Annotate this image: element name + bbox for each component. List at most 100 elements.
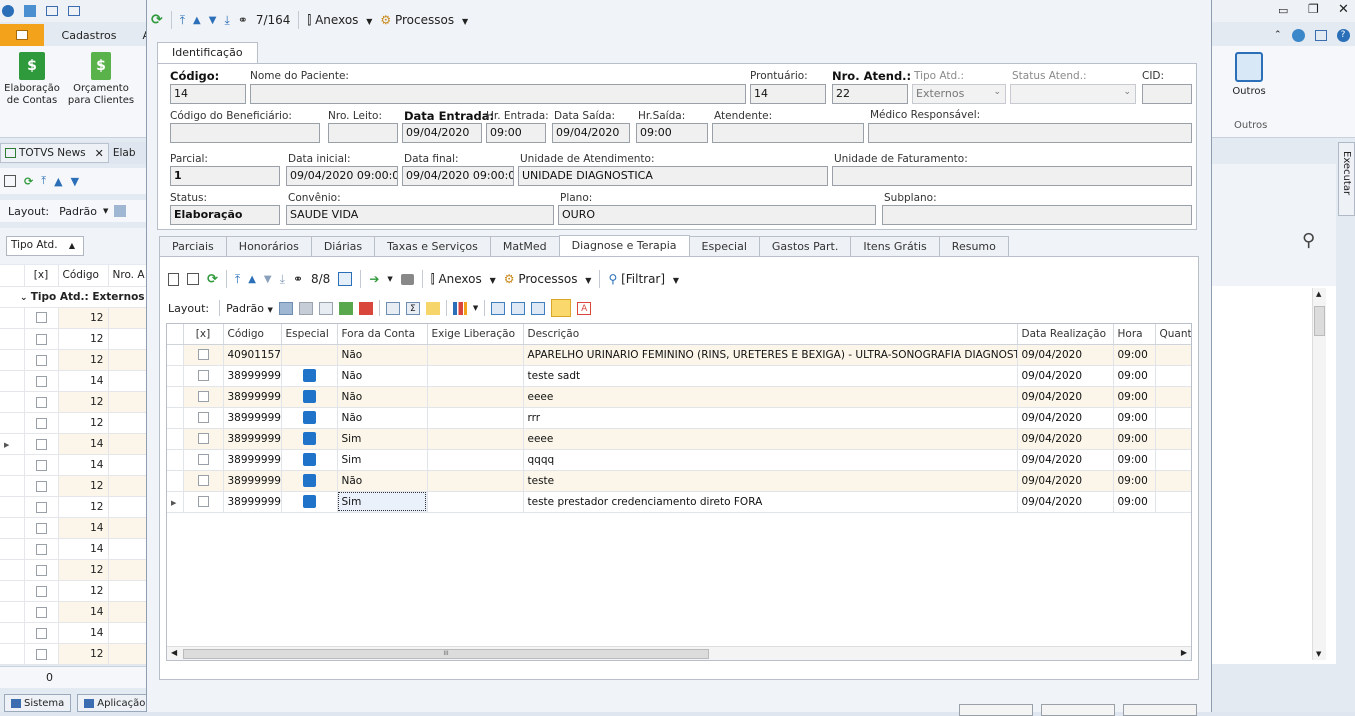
view-grid-icon[interactable] — [491, 301, 506, 315]
value-cell[interactable]: 12 — [58, 643, 109, 665]
table-row[interactable]: 38999999 Não teste 09/04/2020 09:00 — [167, 470, 1191, 492]
subplano-field[interactable] — [882, 205, 1192, 225]
edit-icon[interactable] — [187, 273, 199, 285]
horizontal-scrollbar[interactable]: ◀ III ▶ — [167, 646, 1191, 660]
filtrar-button[interactable]: ⚲ [Filtrar] ▼ — [608, 272, 679, 286]
globe-icon[interactable] — [1291, 28, 1305, 42]
especial-cell[interactable] — [281, 491, 338, 513]
reset-layout-icon[interactable] — [298, 301, 313, 315]
hora-cell[interactable]: 09:00 — [1113, 449, 1156, 471]
list-item[interactable]: 14 — [0, 454, 150, 476]
list-item[interactable]: 12 — [0, 475, 150, 497]
footer-button-2[interactable] — [1041, 704, 1115, 716]
chart-icon[interactable] — [452, 301, 467, 315]
refresh-icon[interactable]: ⟳ — [207, 272, 218, 287]
fora-cell[interactable]: Não — [337, 344, 428, 366]
sub-tab-gastos-part[interactable]: Gastos Part. — [758, 236, 852, 257]
nro-cell[interactable] — [108, 517, 150, 539]
status-field[interactable]: Elaboração — [170, 205, 280, 225]
descricao-cell[interactable]: qqqq — [523, 449, 1018, 471]
table-row[interactable]: 38999999 Não rrr 09/04/2020 09:00 — [167, 407, 1191, 429]
especial-cell[interactable] — [281, 386, 338, 408]
sub-tab-diagnose-e-terapia[interactable]: Diagnose e Terapia — [558, 235, 690, 257]
nro-cell[interactable] — [108, 580, 150, 602]
value-cell[interactable]: 12 — [58, 328, 109, 350]
convenio-field[interactable]: SAUDE VIDA — [286, 205, 554, 225]
doc-tab-totvs-news[interactable]: TOTVS News ✕ — [0, 143, 109, 163]
hora-cell[interactable]: 09:00 — [1113, 344, 1156, 366]
first-record-icon[interactable]: ⤒ — [235, 272, 240, 287]
hora-cell[interactable]: 09:00 — [1113, 386, 1156, 408]
row-checkbox[interactable] — [35, 480, 47, 492]
data-cell[interactable]: 09/04/2020 — [1017, 428, 1114, 450]
list-item[interactable]: 12 — [0, 643, 150, 665]
processos-button[interactable]: ⚙ Processos ▼ — [380, 13, 468, 27]
column-header[interactable]: Data Realização — [1017, 324, 1114, 345]
value-cell[interactable]: 12 — [58, 307, 109, 329]
row-checkbox[interactable] — [35, 564, 47, 576]
row-checkbox[interactable] — [35, 417, 47, 429]
select-cell[interactable] — [24, 433, 59, 455]
view-card-icon[interactable] — [511, 301, 526, 315]
codigo-cell[interactable]: 38999999 — [223, 470, 282, 492]
table-row[interactable]: 38999999 Não teste sadt 09/04/2020 09:00 — [167, 365, 1191, 387]
sub-tab-resumo[interactable]: Resumo — [938, 236, 1009, 257]
value-cell[interactable]: 12 — [58, 391, 109, 413]
outros-button[interactable]: Outros — [1222, 52, 1276, 97]
value-cell[interactable]: 14 — [58, 370, 109, 392]
data-cell[interactable]: 09/04/2020 — [1017, 386, 1114, 408]
select-cell[interactable] — [24, 370, 59, 392]
previous-record-icon[interactable]: ▲ — [248, 274, 256, 285]
sub-tab-honorarios[interactable]: Honorários — [225, 236, 312, 257]
quant-cell[interactable] — [1155, 344, 1191, 366]
module-tab[interactable] — [0, 24, 44, 46]
column-header[interactable]: Fora da Conta — [337, 324, 428, 345]
view-band-icon[interactable] — [531, 301, 546, 315]
table-row[interactable]: 38999999 Sim eeee 09/04/2020 09:00 — [167, 428, 1191, 450]
list-item[interactable]: 12 — [0, 580, 150, 602]
highlight-icon[interactable] — [425, 301, 440, 315]
nro-cell[interactable] — [108, 601, 150, 623]
quant-cell[interactable] — [1155, 491, 1191, 513]
next-record-icon[interactable]: ▼ — [264, 274, 272, 285]
list-item[interactable]: 12 — [0, 496, 150, 518]
app-orb-icon[interactable] — [2, 5, 14, 17]
value-cell[interactable]: 12 — [58, 496, 109, 518]
bottom-tab-aplicacao[interactable]: Aplicação — [77, 694, 153, 712]
data-inicial-field[interactable]: 09/04/2020 09:00:00 — [286, 166, 398, 186]
row-checkbox[interactable] — [197, 475, 209, 486]
column-header[interactable]: Código — [223, 324, 282, 345]
inner-anexos-button[interactable]: ⫿ Anexos ▼ — [431, 272, 496, 287]
layout-dropdown[interactable]: Padrão ▼ — [226, 302, 273, 315]
data-cell[interactable]: 09/04/2020 — [1017, 344, 1114, 366]
list-item[interactable]: 12 — [0, 412, 150, 434]
nro-cell[interactable] — [108, 370, 150, 392]
quant-cell[interactable] — [1155, 386, 1191, 408]
doc-tab-elab[interactable]: Elab — [109, 147, 136, 159]
value-cell[interactable]: 12 — [58, 475, 109, 497]
hr-saida-field[interactable]: 09:00 — [636, 123, 708, 143]
group-icon[interactable] — [385, 301, 400, 315]
ribbon-orcamento-button[interactable]: $ Orçamento para Clientes — [66, 52, 136, 107]
codigo-cell[interactable]: 38999999 — [223, 428, 282, 450]
list-item[interactable]: ▶ 14 — [0, 433, 150, 455]
codigo-cell[interactable]: 38999999 — [223, 407, 282, 429]
quant-cell[interactable] — [1155, 407, 1191, 429]
data-saida-field[interactable]: 09/04/2020 — [552, 123, 630, 143]
codigo-field[interactable]: 14 — [170, 84, 246, 104]
fora-cell[interactable]: Não — [337, 470, 428, 492]
first-record-icon[interactable]: ⤒ — [180, 13, 185, 28]
select-cell[interactable] — [183, 344, 224, 366]
row-checkbox[interactable] — [197, 349, 209, 360]
data-cell[interactable]: 09/04/2020 — [1017, 491, 1114, 513]
data-cell[interactable]: 09/04/2020 — [1017, 407, 1114, 429]
select-cell[interactable] — [24, 517, 59, 539]
minimize-icon[interactable]: ▭ — [1278, 4, 1288, 17]
left-layout-dropdown[interactable]: Padrão — [59, 205, 97, 218]
select-cell[interactable] — [24, 580, 59, 602]
descricao-cell[interactable]: APARELHO URINARIO FEMININO (RINS, URETER… — [523, 344, 1018, 366]
hora-cell[interactable]: 09:00 — [1113, 491, 1156, 513]
column-header[interactable]: Hora — [1113, 324, 1156, 345]
value-cell[interactable]: 12 — [58, 580, 109, 602]
list-item[interactable]: 14 — [0, 538, 150, 560]
